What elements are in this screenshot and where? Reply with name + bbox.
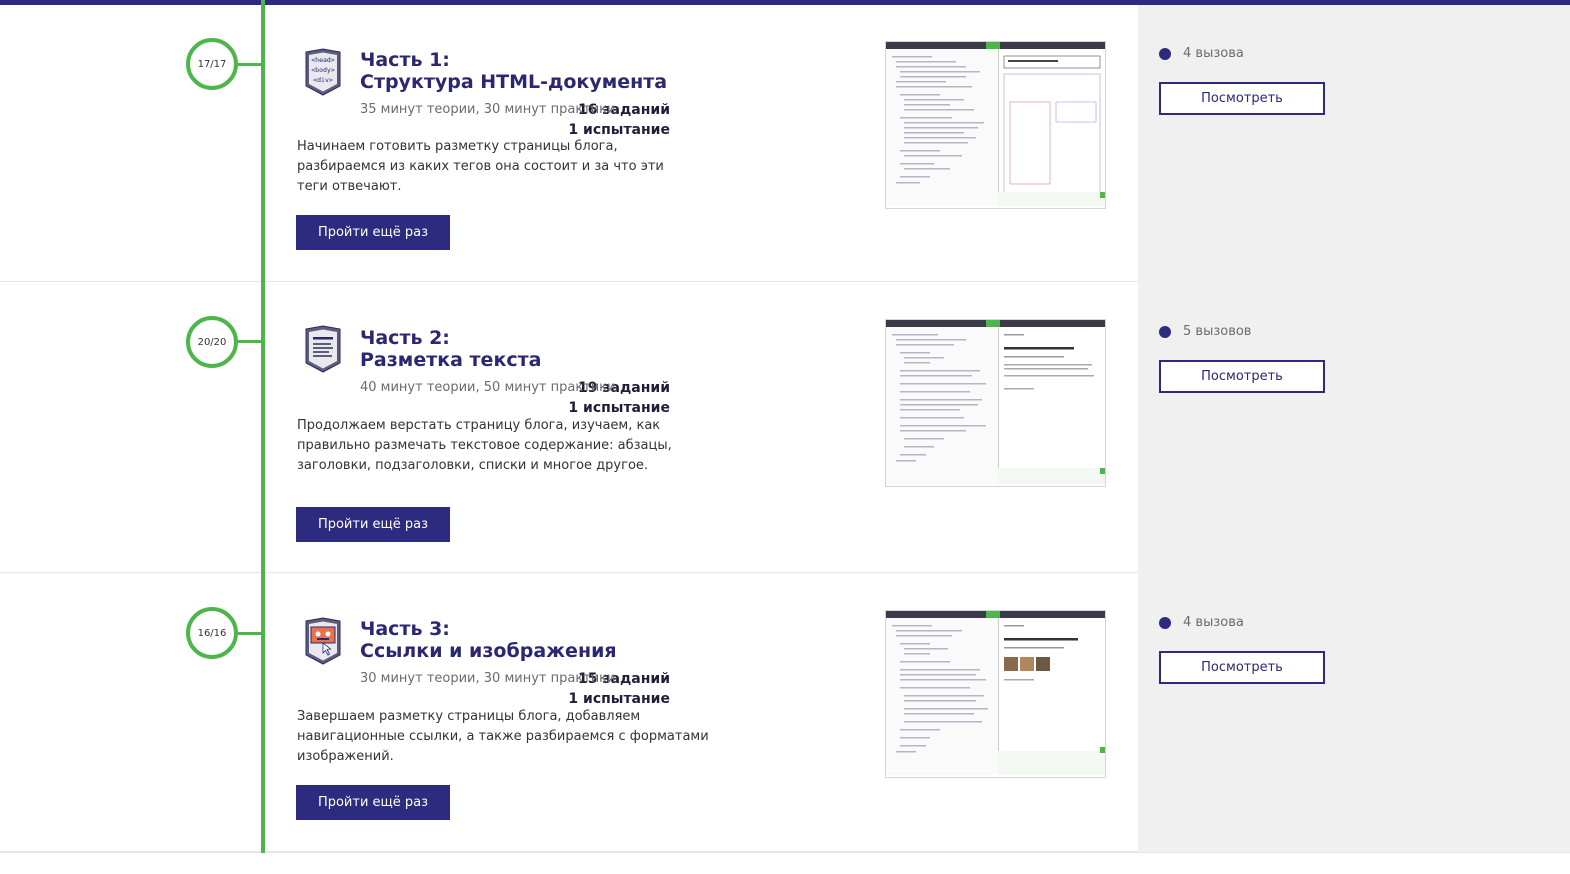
calls-count: 4 вызова: [1183, 46, 1244, 61]
calls-indicator: 4 вызова: [1159, 615, 1244, 630]
editor-preview-icon: [886, 320, 1105, 484]
part-title[interactable]: Часть 2: Разметка текста: [360, 327, 541, 371]
lesson-screenshot[interactable]: [885, 610, 1106, 778]
part-description: Продолжаем верстать страницу блога, изуч…: [297, 418, 672, 473]
part-number: Часть 1:: [360, 49, 450, 71]
status-dot-icon: [1159, 325, 1171, 338]
badge-tag-div: <div>: [313, 76, 333, 84]
part-name: Ссылки и изображения: [360, 640, 617, 662]
part-description: Начинаем готовить разметку страницы блог…: [297, 139, 664, 194]
part-description: Завершаем разметку страницы блога, добав…: [297, 709, 709, 764]
lesson-screenshot[interactable]: [885, 319, 1106, 487]
lesson-screenshot[interactable]: [885, 41, 1106, 209]
part-duration: 35 минут теории, 30 минут практики: [360, 102, 616, 117]
progress-circle: 17/17: [186, 38, 238, 90]
part-title[interactable]: Часть 1: Структура HTML-документа: [360, 49, 667, 93]
badge-tag-head: <head>: [311, 56, 335, 64]
tests-count: 1 испытание: [568, 400, 670, 416]
timeline-connector: [238, 340, 262, 343]
part-duration: 30 минут теории, 30 минут практики: [360, 671, 616, 686]
view-button[interactable]: Посмотреть: [1159, 651, 1325, 684]
calls-indicator: 5 вызовов: [1159, 324, 1251, 339]
status-dot-icon: [1159, 616, 1171, 629]
editor-preview-icon: [886, 42, 1105, 206]
calls-count: 5 вызовов: [1183, 324, 1252, 339]
html-tags-icon: <head> <body> <div>: [305, 48, 341, 96]
badge-tag-body: <body>: [311, 66, 335, 74]
view-button[interactable]: Посмотреть: [1159, 82, 1325, 115]
timeline-connector: [238, 632, 262, 635]
part-number: Часть 3:: [360, 618, 450, 640]
status-dot-icon: [1159, 47, 1171, 60]
bottom-divider: [0, 852, 1570, 853]
part-name: Разметка текста: [360, 349, 542, 371]
calls-indicator: 4 вызова: [1159, 46, 1244, 61]
side-panel: [1138, 5, 1570, 852]
tests-count: 1 испытание: [568, 691, 670, 707]
retake-button[interactable]: Пройти ещё раз: [296, 215, 450, 250]
image-link-icon: [305, 617, 341, 665]
progress-timeline: [261, 0, 265, 853]
progress-circle: 20/20: [186, 316, 238, 368]
timeline-connector: [238, 63, 262, 66]
view-button[interactable]: Посмотреть: [1159, 360, 1325, 393]
part-name: Структура HTML-документа: [360, 71, 668, 93]
editor-preview-icon: [886, 611, 1105, 775]
part-title[interactable]: Часть 3: Ссылки и изображения: [360, 618, 617, 662]
progress-circle: 16/16: [186, 607, 238, 659]
retake-button[interactable]: Пройти ещё раз: [296, 785, 450, 820]
retake-button[interactable]: Пройти ещё раз: [296, 507, 450, 542]
part-number: Часть 2:: [360, 327, 450, 349]
part-duration: 40 минут теории, 50 минут практики: [360, 380, 616, 395]
text-document-icon: [305, 325, 341, 373]
calls-count: 4 вызова: [1183, 615, 1244, 630]
